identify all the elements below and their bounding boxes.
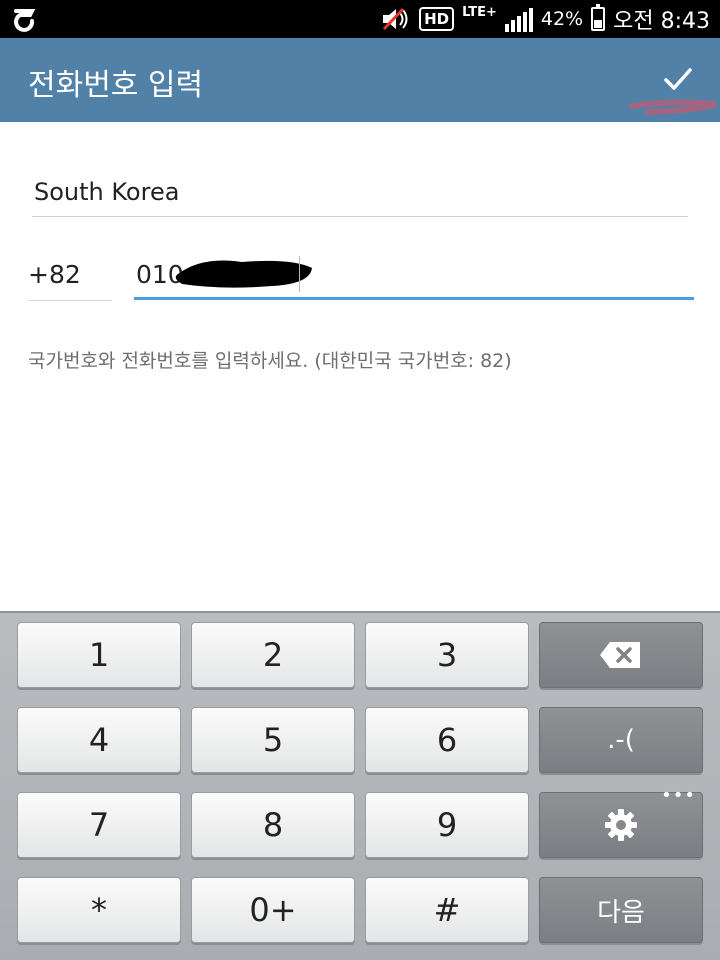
- status-bar: HD LTE+ 42% 오전 8:43: [0, 0, 720, 38]
- backspace-key[interactable]: [539, 622, 703, 688]
- key-5[interactable]: 5: [191, 707, 355, 773]
- key-8[interactable]: 8: [191, 792, 355, 858]
- gear-icon: [605, 809, 637, 841]
- key-1[interactable]: 1: [17, 622, 181, 688]
- backspace-icon: [600, 642, 640, 668]
- symbols-key[interactable]: .-(: [539, 707, 703, 773]
- more-options-icon: •••: [661, 785, 696, 806]
- numeric-keyboard: 1 2 3 4 5 6 .-( 7 8 9 ••• * 0+ # 다음: [0, 611, 720, 960]
- battery-percent: 42%: [540, 8, 584, 30]
- country-selector[interactable]: South Korea: [32, 168, 688, 217]
- next-key[interactable]: 다음: [539, 877, 703, 943]
- country-code-value: +82: [28, 260, 81, 289]
- app-bar: 전화번호 입력: [0, 38, 720, 122]
- redaction-scribble: [175, 260, 312, 288]
- key-3[interactable]: 3: [365, 622, 529, 688]
- carrier-logo-icon: [14, 9, 36, 32]
- text-cursor: [299, 256, 300, 292]
- signal-strength-icon: [504, 6, 533, 32]
- key-4[interactable]: 4: [17, 707, 181, 773]
- hd-voice-badge: HD: [419, 7, 455, 31]
- annotation-mark: [629, 99, 717, 115]
- keyboard-settings-key[interactable]: •••: [539, 785, 703, 858]
- key-star[interactable]: *: [17, 877, 181, 943]
- country-name: South Korea: [34, 178, 180, 206]
- clock: 오전 8:43: [613, 9, 710, 34]
- network-type: LTE+: [462, 5, 497, 20]
- muted-speaker-icon: [382, 7, 408, 31]
- key-hash[interactable]: #: [365, 877, 529, 943]
- next-key-label: 다음: [597, 897, 645, 928]
- key-0-plus[interactable]: 0+: [191, 877, 355, 943]
- battery-icon: [591, 4, 606, 31]
- instruction-text: 국가번호와 전화번호를 입력하세요. (대한민국 국가번호: 82): [28, 350, 512, 372]
- symbols-key-label: .-(: [607, 725, 635, 755]
- key-2[interactable]: 2: [191, 622, 355, 688]
- page-title: 전화번호 입력: [28, 68, 204, 103]
- key-9[interactable]: 9: [365, 792, 529, 858]
- country-code-input[interactable]: +82: [28, 252, 112, 301]
- key-7[interactable]: 7: [17, 792, 181, 858]
- key-6[interactable]: 6: [365, 707, 529, 773]
